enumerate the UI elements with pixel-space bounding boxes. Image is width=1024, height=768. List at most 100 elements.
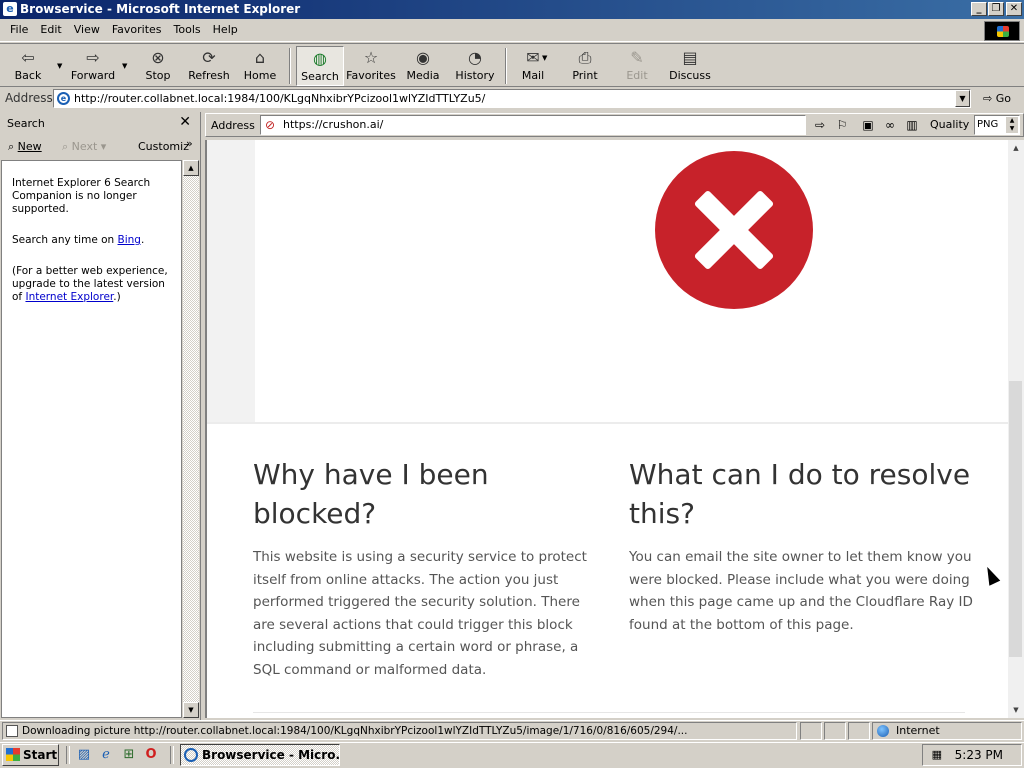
status-text: Downloading picture http://router.collab… <box>2 722 797 740</box>
inner-go-arrow-icon[interactable]: ⇨ <box>812 117 828 133</box>
status-panel <box>800 722 822 740</box>
menu-tools[interactable]: Tools <box>168 19 207 36</box>
standard-toolbar: ⇦ Back ▼ ⇨ Forward ▼ ⊗ Stop ⟳ Refresh ⌂ … <box>0 43 1024 87</box>
ie-quicklaunch-icon[interactable]: ℯ <box>97 746 115 764</box>
internet-globe-icon <box>877 725 889 737</box>
status-panel <box>848 722 870 740</box>
start-button[interactable]: Start <box>2 744 59 766</box>
internet-explorer-link[interactable]: Internet Explorer <box>25 291 113 303</box>
error-x-icon <box>655 151 813 309</box>
page-scroll-up-icon[interactable]: ▲ <box>1008 141 1024 155</box>
address-label: Address <box>5 91 53 105</box>
download-picture-icon <box>6 725 18 737</box>
show-desktop-icon[interactable]: ▨ <box>75 746 93 764</box>
ie-task-icon <box>184 748 198 762</box>
broken-lock-icon: ⊘ <box>265 118 276 132</box>
bookmark-icon[interactable]: ⚐ <box>834 117 850 133</box>
home-icon: ⌂ <box>254 48 266 67</box>
clipboard-icon[interactable]: ▥ <box>904 117 920 133</box>
menu-view[interactable]: View <box>68 19 106 36</box>
search-pane-toolbar: ⌕ New ⌕ Next ▾ Customiz » <box>0 137 199 157</box>
printer-icon: ⎙ <box>578 48 592 67</box>
favorites-folder-icon: ☆ <box>363 48 379 67</box>
back-button[interactable]: ⇦ Back <box>8 46 48 86</box>
back-dropdown-icon[interactable]: ▼ <box>57 62 62 70</box>
scroll-down-icon[interactable]: ▼ <box>183 702 199 718</box>
why-blocked-heading: Why have I been blocked? <box>253 458 489 530</box>
search-pane-scrollbar[interactable]: ▲ ▼ <box>183 160 199 718</box>
search-more-chevron-icon[interactable]: » <box>186 137 193 150</box>
print-button[interactable]: ⎙ Print <box>566 46 604 86</box>
why-blocked-text: This website is using a security service… <box>253 549 587 678</box>
edit-icon: ✎ <box>630 48 644 67</box>
refresh-icon: ⟳ <box>202 48 216 67</box>
system-tray: ▦ 5:23 PM <box>922 744 1022 766</box>
windows-logo-icon <box>984 21 1020 41</box>
search-next-button: ⌕ Next ▾ <box>62 140 107 153</box>
clock: 5:23 PM <box>954 748 1003 762</box>
taskbar-browservice-button[interactable]: Browservice - Micro... <box>180 744 340 766</box>
address-input[interactable]: e http://router.collabnet.local:1984/100… <box>53 89 971 108</box>
mail-button[interactable]: ✉ Mail <box>512 46 554 86</box>
mail-dropdown-icon[interactable]: ▼ <box>542 54 547 62</box>
go-button[interactable]: ⇨ Go <box>980 90 1020 107</box>
search-bing-line: Search any time on Bing. <box>12 234 145 246</box>
inner-url-input[interactable]: ⊘ https://crushon.ai/ <box>260 115 806 135</box>
favorites-button[interactable]: ☆ Favorites <box>346 46 396 86</box>
network-quicklaunch-icon[interactable]: ⊞ <box>120 746 138 764</box>
menu-help[interactable]: Help <box>207 19 244 36</box>
resolve-text: You can email the site owner to let them… <box>629 549 973 633</box>
mail-icon: ✉ <box>526 48 540 67</box>
stop-icon: ⊗ <box>151 48 165 67</box>
search-globe-icon: ◍ <box>313 49 327 68</box>
save-image-icon[interactable]: ▣ <box>860 117 876 133</box>
search-new-button[interactable]: ⌕ New <box>8 140 42 154</box>
forward-button[interactable]: ⇨ Forward <box>70 46 116 86</box>
inner-address-label: Address <box>211 119 255 132</box>
forward-arrow-icon: ⇨ <box>86 48 100 67</box>
scroll-up-icon[interactable]: ▲ <box>183 160 199 176</box>
search-unsupported-message: Internet Explorer 6 Search Companion is … <box>12 177 151 215</box>
page-gray-strip <box>207 140 255 424</box>
opera-icon[interactable]: O <box>142 746 160 764</box>
history-button[interactable]: ◔ History <box>452 46 498 86</box>
media-button[interactable]: ◉ Media <box>402 46 444 86</box>
window-title: Browservice - Microsoft Internet Explore… <box>20 2 301 16</box>
go-arrow-icon: ⇨ <box>983 92 993 105</box>
search-pane-close-icon[interactable]: ✕ <box>179 114 191 130</box>
minimize-button[interactable]: _ <box>971 2 987 16</box>
search-button[interactable]: ◍ Search <box>296 46 344 86</box>
bottom-divider <box>253 712 965 713</box>
title-bar: e Browservice - Microsoft Internet Explo… <box>0 0 1024 19</box>
home-button[interactable]: ⌂ Home <box>240 46 280 86</box>
bing-link[interactable]: Bing <box>118 234 141 246</box>
forward-dropdown-icon[interactable]: ▼ <box>122 62 127 70</box>
menu-edit[interactable]: Edit <box>34 19 67 36</box>
search-upgrade-line: (For a better web experience, upgrade to… <box>12 265 168 303</box>
menu-file[interactable]: File <box>0 19 34 36</box>
quality-select[interactable]: PNG ▲ ▼ <box>974 115 1020 135</box>
search-next-icon: ⌕ <box>62 140 69 153</box>
quality-spinner-icon[interactable]: ▲ ▼ <box>1006 117 1018 133</box>
network-tray-icon[interactable]: ▦ <box>928 748 942 762</box>
discuss-icon: ▤ <box>682 48 698 67</box>
edit-button: ✎ Edit <box>626 48 648 82</box>
page-scroll-down-icon[interactable]: ▼ <box>1008 703 1024 717</box>
address-dropdown-icon[interactable]: ▼ <box>955 90 970 107</box>
refresh-button[interactable]: ⟳ Refresh <box>186 46 232 86</box>
menu-favorites[interactable]: Favorites <box>106 19 168 36</box>
page-scroll-thumb[interactable] <box>1009 381 1022 657</box>
restore-button[interactable]: ❐ <box>988 2 1004 16</box>
find-binoculars-icon[interactable]: ∞ <box>882 117 898 133</box>
search-customize-button[interactable]: Customiz <box>138 140 189 153</box>
status-panel <box>824 722 846 740</box>
menu-bar: File Edit View Favorites Tools Help <box>0 19 1024 42</box>
windows-flag-icon <box>6 748 20 761</box>
stop-button[interactable]: ⊗ Stop <box>140 46 176 86</box>
ie-page-icon: e <box>57 92 70 105</box>
back-arrow-icon: ⇦ <box>21 48 35 67</box>
history-icon: ◔ <box>468 48 482 67</box>
discuss-button[interactable]: ▤ Discuss <box>668 46 712 86</box>
search-pane-header: Search ✕ <box>0 114 199 134</box>
close-button[interactable]: ✕ <box>1006 2 1022 16</box>
